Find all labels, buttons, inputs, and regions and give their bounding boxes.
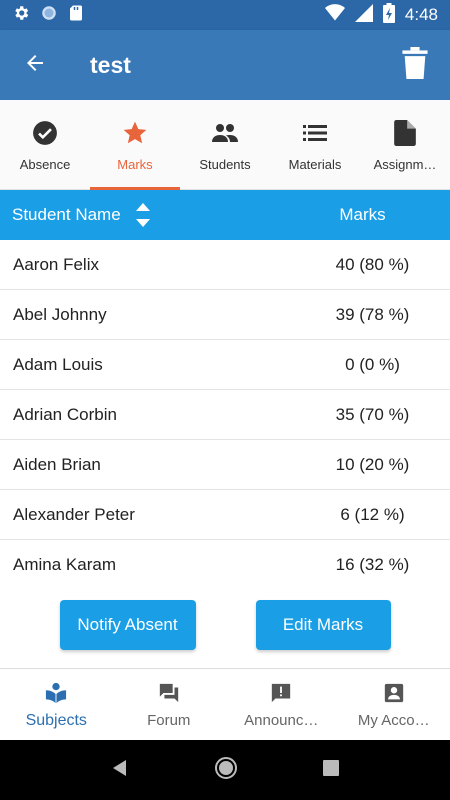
back-triangle-icon[interactable] [110,758,130,783]
table-row[interactable]: Adam Louis 0 (0 %) [0,340,450,390]
people-icon [211,119,239,147]
bottom-navigation: Subjects Forum Announc… My Acco… [0,668,450,740]
tab-label: Materials [288,156,342,172]
announcement-icon [270,680,292,706]
tab-bar: Absence Marks Students Materials Assignm… [0,100,450,190]
student-name: Alexander Peter [13,504,135,524]
forum-icon [158,680,180,706]
check-circle-icon [32,119,58,147]
student-name: Adrian Corbin [13,404,117,424]
sort-icon[interactable] [135,201,151,229]
column-header-name: Student Name [12,205,121,224]
student-marks: 0 (0 %) [345,354,400,374]
tab-materials[interactable]: Materials [270,100,360,190]
student-marks-list: Aaron Felix 40 (80 %) Abel Johnny 39 (78… [0,240,450,590]
tab-absence[interactable]: Absence [0,100,90,190]
student-name: Adam Louis [13,354,103,374]
notify-absent-button[interactable]: Notify Absent [59,600,196,650]
delete-button[interactable] [380,30,450,100]
recents-square-icon[interactable] [322,759,340,782]
table-header: Student Name Marks [0,190,450,240]
page-title: test [90,51,131,78]
tab-students[interactable]: Students [180,100,270,190]
settings-icon [12,4,30,27]
table-row[interactable]: Abel Johnny 39 (78 %) [0,290,450,340]
column-header-marks: Marks [339,205,386,224]
sd-card-icon [68,4,84,27]
app-bar: test [0,30,450,100]
nav-item-announcements[interactable]: Announc… [225,669,338,740]
document-icon [394,119,416,147]
table-row[interactable]: Alexander Peter 6 (12 %) [0,490,450,540]
tab-label: Assignm… [373,156,437,172]
tab-assignments[interactable]: Assignm… [360,100,450,190]
nav-item-my-account[interactable]: My Acco… [338,669,450,740]
list-icon [303,119,327,147]
battery-icon [382,2,395,28]
tab-label: Marks [117,156,153,172]
action-buttons: Notify Absent Edit Marks [0,600,450,650]
back-button[interactable] [0,30,70,100]
table-row[interactable]: Adrian Corbin 35 (70 %) [0,390,450,440]
table-row[interactable]: Aiden Brian 10 (20 %) [0,440,450,490]
wifi-icon [324,3,345,27]
student-name: Aaron Felix [13,254,99,274]
nav-label: Forum [147,712,191,729]
book-icon [45,680,67,706]
nav-label: Subjects [25,711,87,729]
student-name: Abel Johnny [13,304,107,324]
student-marks: 35 (70 %) [335,404,410,424]
student-marks: 16 (32 %) [335,555,410,574]
student-marks: 6 (12 %) [340,504,405,524]
tab-label: Absence [19,156,71,172]
clock-time: 4:48 [404,5,438,24]
status-bar: 4:48 [0,0,450,30]
arrow-left-icon [23,51,47,80]
student-marks: 10 (20 %) [335,454,410,474]
table-row[interactable]: Aaron Felix 40 (80 %) [0,240,450,290]
circle-icon [40,4,58,27]
tab-marks[interactable]: Marks [90,100,180,190]
edit-marks-button[interactable]: Edit Marks [255,600,391,650]
system-navigation-bar [0,740,450,800]
account-icon [383,680,405,706]
nav-label: Announc… [244,712,319,729]
home-circle-icon[interactable] [214,756,238,785]
nav-item-forum[interactable]: Forum [113,669,226,740]
table-row[interactable]: Amina Karam 16 (32 %) [0,540,450,590]
nav-label: My Acco… [357,712,430,729]
student-marks: 40 (80 %) [335,254,410,274]
star-icon [122,119,148,147]
student-name: Aiden Brian [13,454,101,474]
trash-icon [402,46,428,84]
tab-label: Students [199,156,251,172]
nav-item-subjects[interactable]: Subjects [0,669,113,740]
student-name: Amina Karam [13,555,116,574]
signal-icon [354,3,373,27]
student-name-header[interactable]: Student Name [0,201,300,229]
student-marks: 39 (78 %) [335,304,410,324]
